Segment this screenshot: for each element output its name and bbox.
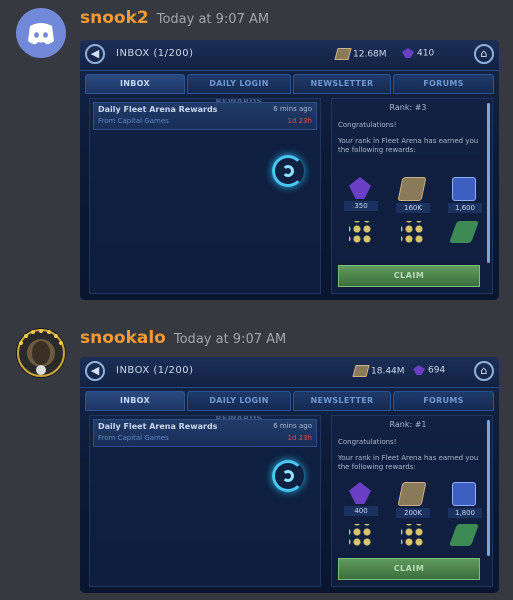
- tab-forums[interactable]: FORUMS: [393, 391, 494, 411]
- claim-button[interactable]: CLAIM: [338, 558, 480, 580]
- reward-body-text: Your rank in Fleet Arena has earned you …: [338, 137, 479, 154]
- crystals-icon: [413, 365, 425, 375]
- mail-sender: From Capital Games: [98, 434, 169, 442]
- reward-qty: 160K: [396, 203, 430, 213]
- mail-title: Daily Fleet Arena Rewards: [98, 105, 218, 114]
- back-arrow-icon[interactable]: ◀: [85, 44, 105, 64]
- tab-inbox[interactable]: INBOX: [85, 391, 185, 411]
- training-droid-icon: [448, 524, 480, 546]
- reward-ship-shards-1: [344, 524, 376, 558]
- fleet-arena-token-icon: [452, 482, 476, 506]
- scrollbar[interactable]: [487, 420, 490, 556]
- mail-list-item[interactable]: Daily Fleet Arena Rewards From Capital G…: [93, 419, 317, 447]
- loading-spinner-icon: [272, 155, 304, 187]
- home-icon[interactable]: ⌂: [474, 361, 494, 381]
- mail-age: 6 mins ago: [273, 422, 312, 430]
- scrollbar[interactable]: [487, 103, 490, 263]
- rank-label: Rank: #3: [389, 103, 427, 112]
- tab-daily-login-rewards[interactable]: DAILY LOGIN REWARDS: [187, 74, 291, 106]
- reward-qty: 400: [344, 506, 378, 516]
- tab-newsletter[interactable]: NEWSLETTER: [293, 74, 391, 94]
- ship-shards-icon: [349, 524, 371, 546]
- reward-crystals: 350: [344, 177, 378, 211]
- timestamp: Today at 9:07 AM: [173, 332, 287, 347]
- tab-inbox[interactable]: INBOX: [85, 74, 185, 94]
- reward-arena-tokens: 1,800: [448, 482, 482, 518]
- mail-age: 6 mins ago: [273, 105, 312, 113]
- inbox-title: INBOX (1/200): [116, 365, 194, 376]
- credits-icon: [334, 48, 352, 60]
- credits-counter: 12.68M: [334, 48, 387, 60]
- reward-qty: 200K: [396, 508, 430, 518]
- mail-expiry: 1d 23h: [287, 117, 312, 125]
- reward-credits: 200K: [396, 482, 430, 518]
- back-arrow-icon[interactable]: ◀: [85, 361, 105, 381]
- mail-list: Daily Fleet Arena Rewards From Capital G…: [89, 415, 321, 587]
- reward-training-droid: [448, 524, 480, 558]
- rank-label: Rank: #1: [389, 420, 427, 429]
- congrats-text: Congratulations!: [338, 121, 397, 129]
- congrats-text: Congratulations!: [338, 438, 397, 446]
- username[interactable]: snook2: [80, 8, 149, 28]
- tab-daily-login-rewards[interactable]: DAILY LOGIN REWARDS: [187, 391, 291, 423]
- ship-avatar-icon[interactable]: [16, 328, 66, 378]
- tab-bar: INBOX DAILY LOGIN REWARDS NEWSLETTER FOR…: [85, 74, 494, 106]
- game-screenshot-embed[interactable]: ◀ INBOX (1/200) 12.68M 410 ⌂ INBOX DAILY…: [80, 40, 499, 300]
- training-droid-icon: [448, 221, 480, 243]
- home-icon[interactable]: ⌂: [474, 44, 494, 64]
- mail-detail: Rank: #1 Congratulations! Your rank in F…: [331, 415, 493, 587]
- username[interactable]: snookalo: [80, 328, 166, 348]
- reward-ship-shards-2: [396, 524, 428, 558]
- discord-logo-icon[interactable]: [16, 8, 66, 58]
- tab-bar: INBOX DAILY LOGIN REWARDS NEWSLETTER FOR…: [85, 391, 494, 423]
- reward-credits: 160K: [396, 177, 430, 213]
- credits-counter: 18.44M: [352, 365, 405, 377]
- mail-sender: From Capital Games: [98, 117, 169, 125]
- reward-qty: 350: [344, 201, 378, 211]
- reward-crystals: 400: [344, 482, 378, 516]
- reward-training-droid: [448, 221, 480, 255]
- credits-icon: [352, 365, 370, 377]
- reward-ship-shards-1: [344, 221, 376, 255]
- reward-arena-tokens: 1,600: [448, 177, 482, 213]
- ship-shards-icon: [401, 524, 423, 546]
- credits-icon: [397, 482, 427, 506]
- crystals-icon: [349, 177, 371, 199]
- reward-body-text: Your rank in Fleet Arena has earned you …: [338, 454, 479, 471]
- claim-button[interactable]: CLAIM: [338, 265, 480, 287]
- mail-detail: Rank: #3 Congratulations! Your rank in F…: [331, 98, 493, 294]
- crystals-icon: [402, 48, 414, 58]
- game-screenshot-embed[interactable]: ◀ INBOX (1/200) 18.44M 694 ⌂ INBOX DAILY…: [80, 357, 499, 593]
- inbox-title: INBOX (1/200): [116, 48, 194, 59]
- mail-title: Daily Fleet Arena Rewards: [98, 422, 218, 431]
- fleet-arena-token-icon: [452, 177, 476, 201]
- reward-ship-shards-2: [396, 221, 428, 255]
- game-top-bar: ◀ INBOX (1/200) 12.68M 410 ⌂: [80, 40, 499, 71]
- crystals-counter: 694: [413, 365, 445, 376]
- mail-list: Daily Fleet Arena Rewards From Capital G…: [89, 98, 321, 294]
- crystals-icon: [349, 482, 371, 504]
- mail-expiry: 1d 23h: [287, 434, 312, 442]
- mail-list-item[interactable]: Daily Fleet Arena Rewards From Capital G…: [93, 102, 317, 130]
- reward-qty: 1,600: [448, 203, 482, 213]
- timestamp: Today at 9:07 AM: [156, 12, 270, 27]
- message-header: snookalo Today at 9:07 AM: [80, 328, 286, 348]
- tab-forums[interactable]: FORUMS: [393, 74, 494, 94]
- message-header: snook2 Today at 9:07 AM: [80, 8, 269, 28]
- game-top-bar: ◀ INBOX (1/200) 18.44M 694 ⌂: [80, 357, 499, 388]
- crystals-counter: 410: [402, 48, 434, 59]
- ship-shards-icon: [401, 221, 423, 243]
- reward-qty: 1,800: [448, 508, 482, 518]
- ship-shards-icon: [349, 221, 371, 243]
- credits-icon: [397, 177, 427, 201]
- loading-spinner-icon: [272, 460, 304, 492]
- tab-newsletter[interactable]: NEWSLETTER: [293, 391, 391, 411]
